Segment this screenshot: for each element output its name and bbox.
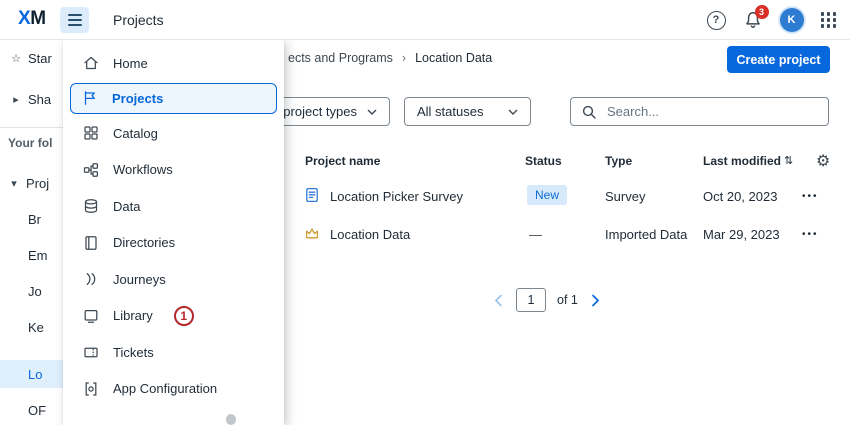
topbar-actions: ? 3 K <box>707 0 837 40</box>
status-empty: — <box>529 227 542 242</box>
gear-icon[interactable]: ⚙ <box>816 151 830 171</box>
menu-item-label: Journeys <box>113 272 166 287</box>
menu-item-label: Data <box>113 199 140 214</box>
home-icon <box>82 54 100 72</box>
menu-item-library[interactable]: Library 1 <box>63 298 284 335</box>
column-header-type: Type <box>605 154 632 168</box>
page-count-label: of 1 <box>557 293 578 307</box>
nav-flyout-menu: Home Projects Catalog Workflows Data Dir… <box>63 40 284 425</box>
create-project-button[interactable]: Create project <box>727 46 830 73</box>
menu-item-label: Tickets <box>113 345 154 360</box>
menu-item-workflows[interactable]: Workflows <box>63 152 284 189</box>
next-page-icon[interactable] <box>589 292 602 309</box>
pagination: 1 of 1 <box>492 288 602 312</box>
menu-item-projects[interactable]: Projects <box>70 83 277 115</box>
project-types-label: project types <box>283 104 357 119</box>
breadcrumb-parent[interactable]: ects and Programs <box>288 51 393 65</box>
menu-item-label: Directories <box>113 235 175 250</box>
statuses-dropdown[interactable]: All statuses <box>404 97 531 126</box>
topbar: XM Projects ? 3 K <box>0 0 850 40</box>
breadcrumb-separator-icon: › <box>402 51 406 65</box>
page-title: Projects <box>113 12 164 28</box>
menu-item-home[interactable]: Home <box>63 45 284 82</box>
survey-icon <box>303 186 321 204</box>
xm-logo[interactable]: XM <box>18 8 46 30</box>
catalog-icon <box>82 124 100 142</box>
column-header-project-name: Project name <box>305 154 380 168</box>
previous-page-icon[interactable] <box>492 292 505 309</box>
scrollbar-thumb[interactable] <box>226 414 236 425</box>
menu-item-label: Library <box>113 308 153 323</box>
help-icon[interactable]: ? <box>707 11 726 30</box>
logo-x: X <box>18 8 30 29</box>
search-input[interactable] <box>605 103 805 120</box>
search-box <box>570 97 829 126</box>
menu-item-label: Catalog <box>113 126 158 141</box>
library-icon <box>82 307 100 325</box>
workflows-icon <box>82 161 100 179</box>
project-name-link[interactable]: Location Picker Survey <box>330 189 463 204</box>
menu-item-journeys[interactable]: Journeys <box>63 261 284 298</box>
notifications-button[interactable]: 3 <box>743 10 763 30</box>
menu-item-app-configuration[interactable]: App Configuration <box>63 371 284 408</box>
menu-item-directories[interactable]: Directories <box>63 225 284 262</box>
column-header-last-modified[interactable]: Last modified <box>703 154 781 168</box>
avatar[interactable]: K <box>780 8 804 32</box>
app-switcher-icon[interactable] <box>821 12 837 28</box>
projects-icon <box>81 89 99 107</box>
imported-data-icon <box>303 224 321 242</box>
menu-item-catalog[interactable]: Catalog <box>63 115 284 152</box>
breadcrumb-current: Location Data <box>415 51 492 65</box>
status-badge: New <box>527 185 567 205</box>
sort-icon[interactable]: ⇅ <box>784 154 793 167</box>
menu-item-label: Workflows <box>113 162 173 177</box>
notification-badge: 3 <box>755 5 769 19</box>
last-modified-date: Mar 29, 2023 <box>703 227 780 242</box>
menu-item-data[interactable]: Data <box>63 188 284 225</box>
annotation-circle-1: 1 <box>174 306 194 326</box>
menu-item-tickets[interactable]: Tickets <box>63 334 284 371</box>
search-icon <box>581 104 597 120</box>
journeys-icon <box>82 270 100 288</box>
tickets-icon <box>82 343 100 361</box>
project-type: Survey <box>605 189 645 204</box>
last-modified-date: Oct 20, 2023 <box>703 189 777 204</box>
app-configuration-icon <box>82 380 100 398</box>
column-header-status: Status <box>525 154 562 168</box>
row-actions-icon[interactable]: ••• <box>802 229 819 240</box>
page-number-input[interactable]: 1 <box>516 288 546 312</box>
chevron-down-icon <box>508 109 518 115</box>
chevron-down-icon <box>367 109 377 115</box>
statuses-label: All statuses <box>417 104 483 119</box>
directories-icon <box>82 234 100 252</box>
project-name-link[interactable]: Location Data <box>330 227 410 242</box>
logo-m: M <box>30 8 45 29</box>
menu-item-label: App Configuration <box>113 381 217 396</box>
menu-item-label: Home <box>113 56 148 71</box>
project-type: Imported Data <box>605 227 687 242</box>
hamburger-menu-button[interactable] <box>60 7 89 33</box>
breadcrumb: ects and Programs › Location Data <box>288 51 492 65</box>
menu-item-label: Projects <box>112 91 163 106</box>
row-actions-icon[interactable]: ••• <box>802 191 819 202</box>
database-icon <box>82 197 100 215</box>
